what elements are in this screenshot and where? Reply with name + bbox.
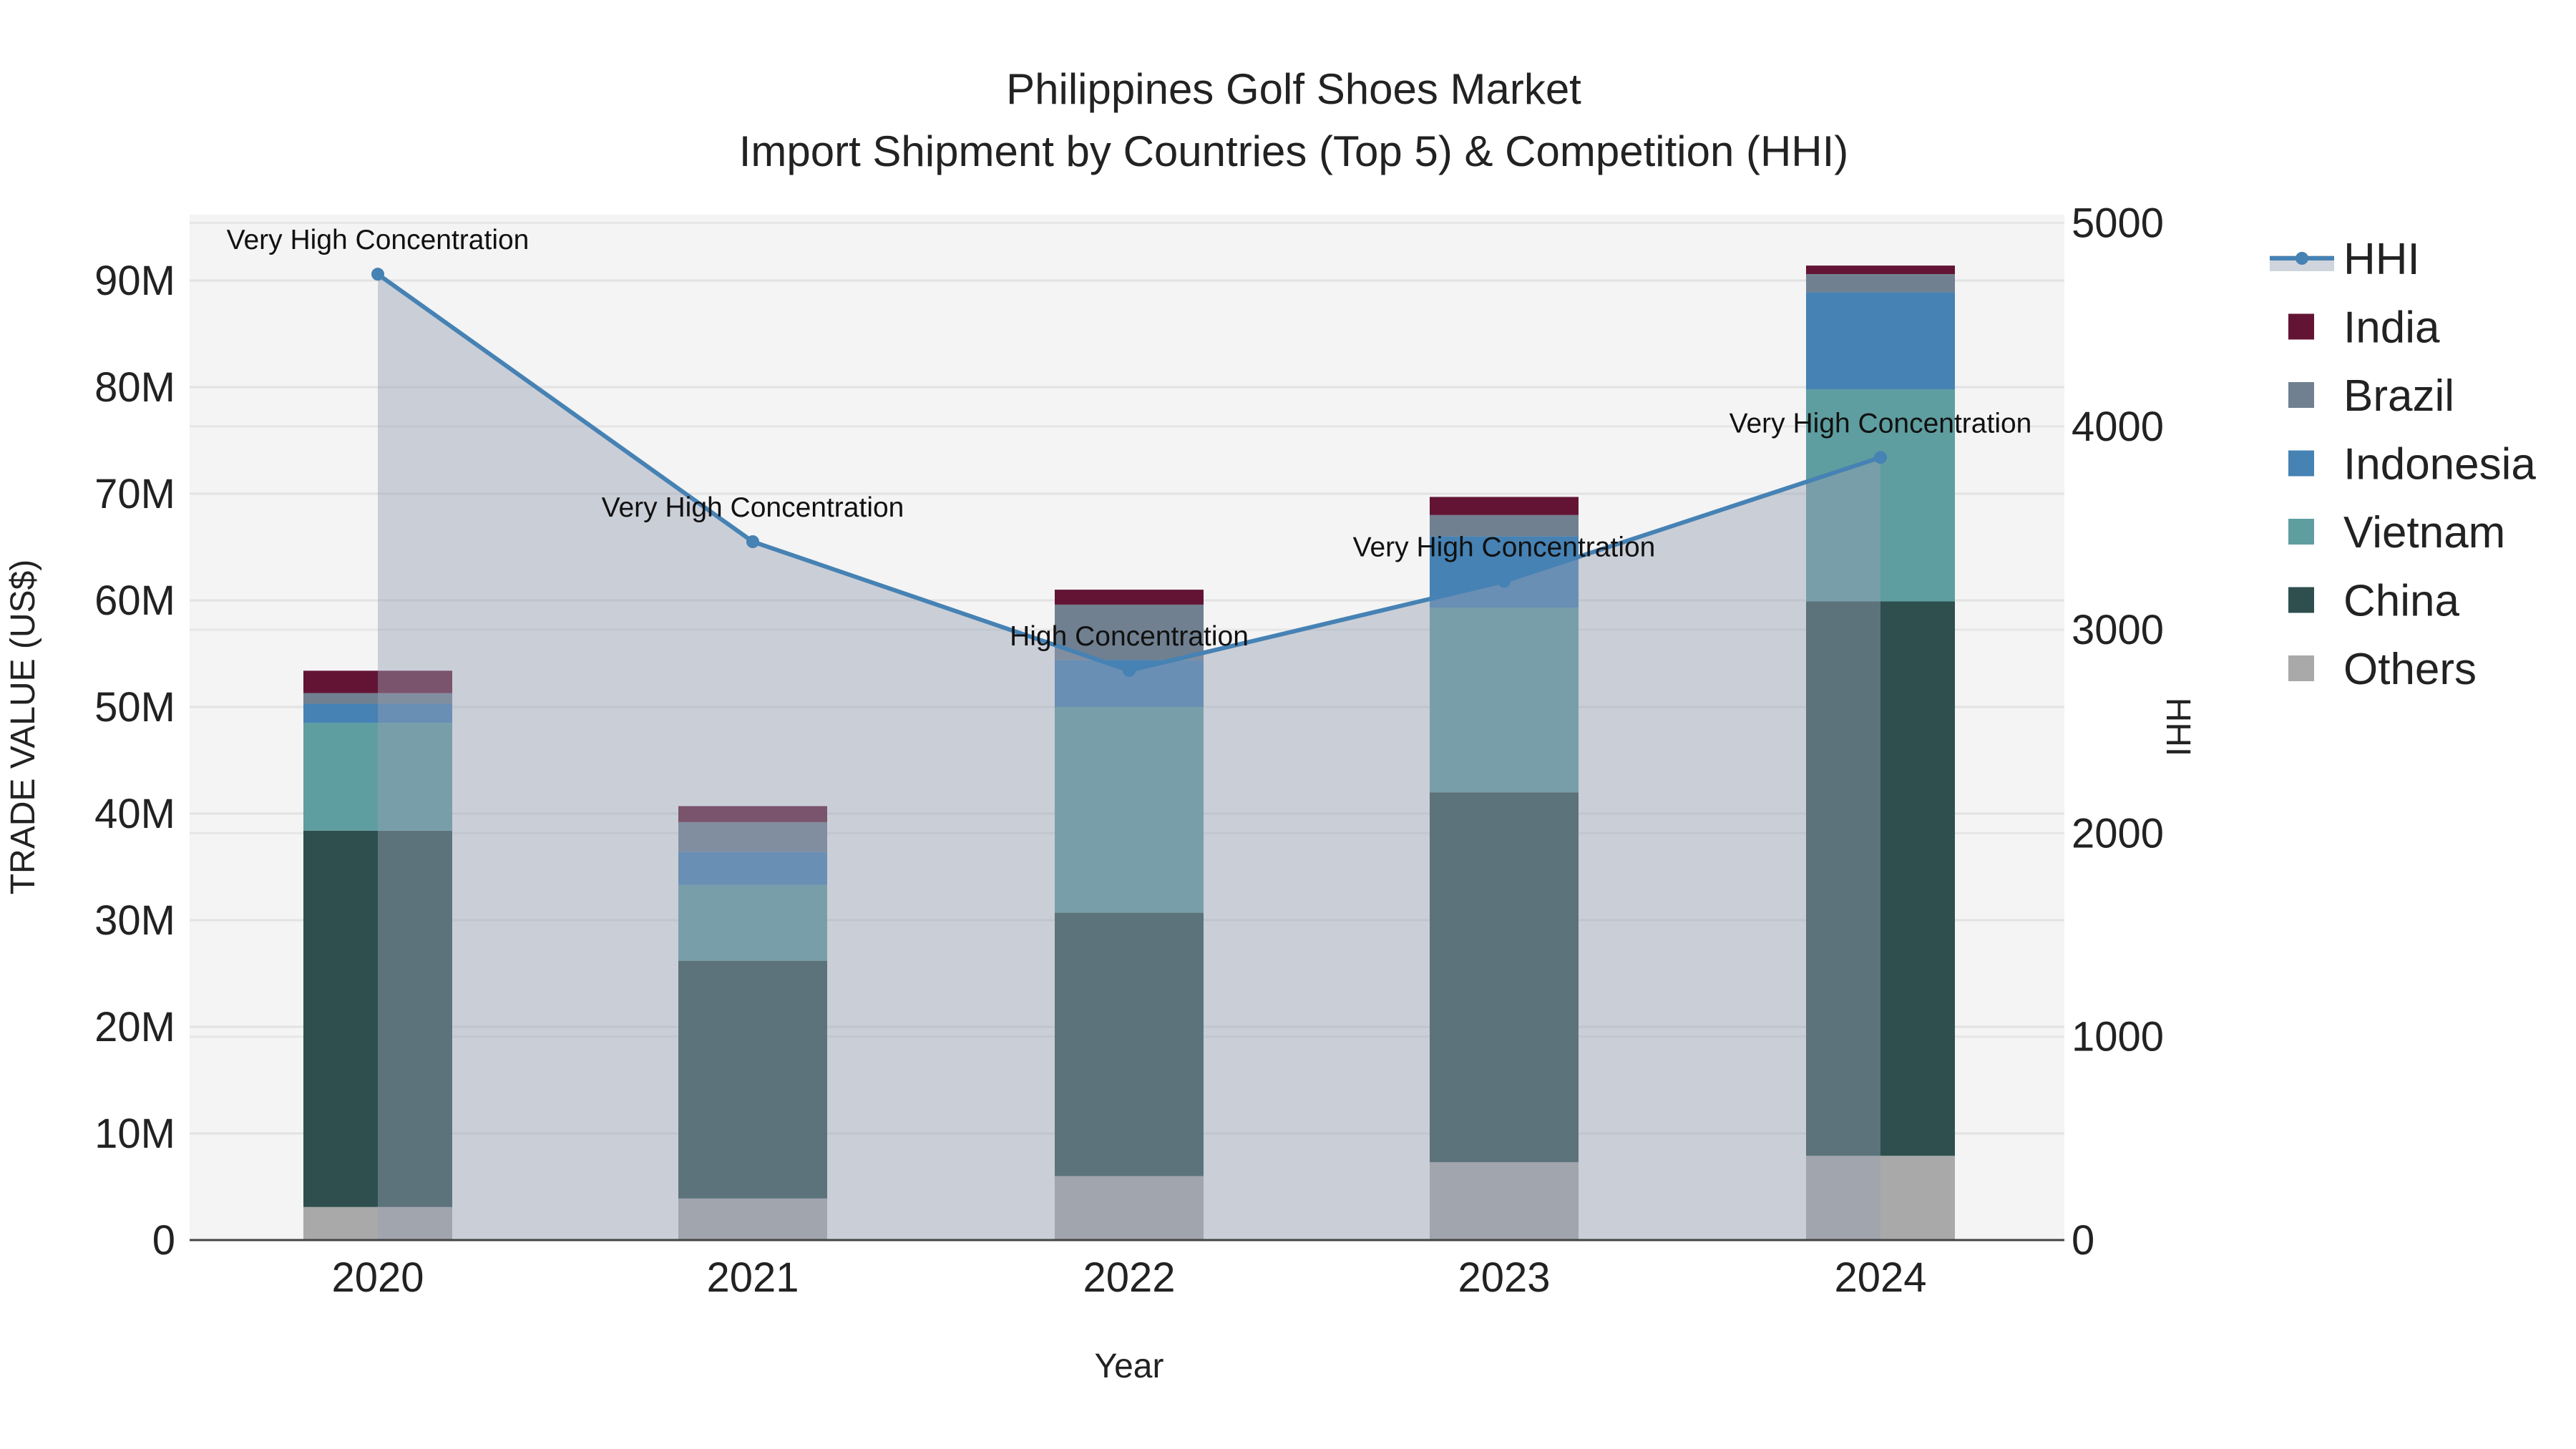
legend-swatch <box>2288 587 2314 613</box>
legend-item-indonesia[interactable]: Indonesia <box>2288 440 2536 489</box>
y2-tick-label: 2000 <box>2072 810 2164 857</box>
legend-item-hhi[interactable]: HHI <box>2270 235 2420 284</box>
hhi-annotation: Very High Concentration <box>227 225 530 255</box>
hhi-point-2022 <box>1123 663 1136 677</box>
hhi-annotation: Very High Concentration <box>1353 532 1656 562</box>
x-axis-title: Year <box>1095 1347 1164 1385</box>
chart-subtitle: Import Shipment by Countries (Top 5) & C… <box>739 127 1849 175</box>
legend-swatch <box>2288 450 2314 477</box>
x-tick-label: 2021 <box>706 1254 799 1301</box>
y-tick-label: 80M <box>94 364 175 411</box>
bar-india-2022 <box>1055 590 1204 605</box>
x-tick-label: 2022 <box>1083 1254 1175 1301</box>
chart-title: Philippines Golf Shoes Market <box>1006 65 1581 113</box>
y2-tick-label: 1000 <box>2072 1014 2164 1060</box>
hhi-point-2021 <box>746 535 759 548</box>
legend-label: Others <box>2343 645 2477 694</box>
hhi-annotation: Very High Concentration <box>1729 408 2032 439</box>
y2-tick-label: 0 <box>2072 1217 2094 1264</box>
legend-label: China <box>2343 577 2460 626</box>
legend-label: Brazil <box>2343 371 2454 421</box>
bar-india-2024 <box>1806 265 1955 275</box>
x-tick-label: 2020 <box>331 1254 424 1301</box>
hhi-annotation: Very High Concentration <box>602 492 904 523</box>
legend-item-china[interactable]: China <box>2288 577 2460 626</box>
hhi-annotation: High Concentration <box>1010 621 1249 652</box>
y-tick-label: 70M <box>94 471 175 517</box>
y-tick-label: 60M <box>94 577 175 624</box>
y2-axis-title: HHI <box>2159 698 2197 757</box>
bar-india-2023 <box>1430 497 1579 515</box>
legend-item-brazil[interactable]: Brazil <box>2288 371 2454 421</box>
legend-swatch <box>2288 382 2314 408</box>
legend-swatch <box>2296 252 2308 265</box>
y-tick-label: 0 <box>152 1217 175 1264</box>
y-tick-label: 10M <box>94 1111 175 1157</box>
y-tick-label: 40M <box>94 791 175 837</box>
hhi-point-2023 <box>1498 575 1511 588</box>
y-tick-label: 30M <box>94 897 175 944</box>
legend-item-vietnam[interactable]: Vietnam <box>2288 508 2505 557</box>
y-tick-label: 20M <box>94 1004 175 1050</box>
chart: Very High Concentration Very High Concent… <box>4 65 2536 1385</box>
y2-tick-label: 5000 <box>2072 200 2164 247</box>
legend-swatch <box>2288 519 2314 545</box>
legend-label: Indonesia <box>2343 440 2536 489</box>
hhi-point-2024 <box>1874 451 1887 464</box>
x-tick-label: 2024 <box>1834 1254 1926 1301</box>
y-axis-title: TRADE VALUE (US$) <box>4 560 42 895</box>
legend-swatch <box>2288 313 2314 340</box>
legend-swatch <box>2288 655 2314 681</box>
hhi-point-2020 <box>371 268 384 281</box>
y2-tick-label: 4000 <box>2072 404 2164 450</box>
legend-item-india[interactable]: India <box>2288 303 2440 353</box>
legend-label: HHI <box>2343 235 2420 284</box>
legend-label: Vietnam <box>2343 508 2505 557</box>
bar-indonesia-2024 <box>1806 292 1955 389</box>
x-tick-label: 2023 <box>1458 1254 1550 1301</box>
legend-item-others[interactable]: Others <box>2288 645 2477 694</box>
y2-tick-label: 3000 <box>2072 607 2164 653</box>
y-tick-label: 90M <box>94 258 175 304</box>
legend-label: India <box>2343 303 2440 353</box>
bar-brazil-2024 <box>1806 274 1955 293</box>
y-tick-label: 50M <box>94 684 175 731</box>
